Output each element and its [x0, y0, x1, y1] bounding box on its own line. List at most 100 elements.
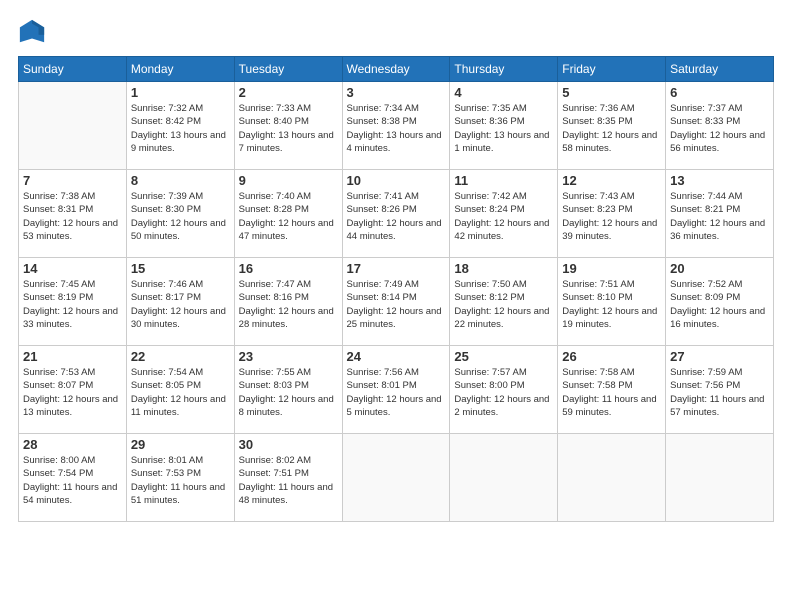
day-number: 21 [23, 349, 122, 364]
day-info: Sunrise: 8:00 AM Sunset: 7:54 PM Dayligh… [23, 454, 122, 507]
weekday-header-thursday: Thursday [450, 57, 558, 82]
day-info: Sunrise: 7:55 AM Sunset: 8:03 PM Dayligh… [239, 366, 338, 419]
day-number: 12 [562, 173, 661, 188]
day-number: 9 [239, 173, 338, 188]
day-info: Sunrise: 7:59 AM Sunset: 7:56 PM Dayligh… [670, 366, 769, 419]
day-cell: 12 Sunrise: 7:43 AM Sunset: 8:23 PM Dayli… [558, 170, 666, 258]
week-row-4: 21Sunrise: 7:53 AM Sunset: 8:07 PM Dayli… [19, 346, 774, 434]
day-cell: 28 Sunrise: 8:00 AM Sunset: 7:54 PM Dayli… [19, 434, 127, 522]
day-cell: 11 Sunrise: 7:42 AM Sunset: 8:24 PM Dayli… [450, 170, 558, 258]
day-info: Sunrise: 8:01 AM Sunset: 7:53 PM Dayligh… [131, 454, 230, 507]
day-info: Sunrise: 7:35 AM Sunset: 8:36 PM Dayligh… [454, 102, 553, 155]
day-info: Sunrise: 7:40 AM Sunset: 8:28 PM Dayligh… [239, 190, 338, 243]
day-number: 29 [131, 437, 230, 452]
day-cell: 18Sunrise: 7:50 AM Sunset: 8:12 PM Dayli… [450, 258, 558, 346]
day-cell [19, 82, 127, 170]
day-number: 13 [670, 173, 769, 188]
day-cell: 3 Sunrise: 7:34 AM Sunset: 8:38 PM Daylig… [342, 82, 450, 170]
day-info: Sunrise: 7:41 AM Sunset: 8:26 PM Dayligh… [347, 190, 446, 243]
day-cell: 10 Sunrise: 7:41 AM Sunset: 8:26 PM Dayli… [342, 170, 450, 258]
weekday-header-friday: Friday [558, 57, 666, 82]
day-info: Sunrise: 7:36 AM Sunset: 8:35 PM Dayligh… [562, 102, 661, 155]
day-number: 30 [239, 437, 338, 452]
day-number: 8 [131, 173, 230, 188]
week-row-3: 14 Sunrise: 7:45 AM Sunset: 8:19 PM Dayli… [19, 258, 774, 346]
day-cell: 4 Sunrise: 7:35 AM Sunset: 8:36 PM Daylig… [450, 82, 558, 170]
day-cell: 26 Sunrise: 7:58 AM Sunset: 7:58 PM Dayli… [558, 346, 666, 434]
day-cell: 8 Sunrise: 7:39 AM Sunset: 8:30 PM Daylig… [126, 170, 234, 258]
day-number: 19 [562, 261, 661, 276]
day-cell: 24Sunrise: 7:56 AM Sunset: 8:01 PM Dayli… [342, 346, 450, 434]
day-number: 4 [454, 85, 553, 100]
day-number: 22 [131, 349, 230, 364]
day-info: Sunrise: 7:43 AM Sunset: 8:23 PM Dayligh… [562, 190, 661, 243]
day-cell: 25Sunrise: 7:57 AM Sunset: 8:00 PM Dayli… [450, 346, 558, 434]
day-cell: 27 Sunrise: 7:59 AM Sunset: 7:56 PM Dayli… [666, 346, 774, 434]
day-info: Sunrise: 7:37 AM Sunset: 8:33 PM Dayligh… [670, 102, 769, 155]
day-number: 14 [23, 261, 122, 276]
day-info: Sunrise: 7:39 AM Sunset: 8:30 PM Dayligh… [131, 190, 230, 243]
day-cell: 19 Sunrise: 7:51 AM Sunset: 8:10 PM Dayli… [558, 258, 666, 346]
day-cell: 30 Sunrise: 8:02 AM Sunset: 7:51 PM Dayli… [234, 434, 342, 522]
day-number: 3 [347, 85, 446, 100]
day-info: Sunrise: 7:51 AM Sunset: 8:10 PM Dayligh… [562, 278, 661, 331]
day-cell: 13 Sunrise: 7:44 AM Sunset: 8:21 PM Dayli… [666, 170, 774, 258]
day-info: Sunrise: 7:46 AM Sunset: 8:17 PM Dayligh… [131, 278, 230, 331]
day-number: 2 [239, 85, 338, 100]
day-cell [450, 434, 558, 522]
day-cell: 22 Sunrise: 7:54 AM Sunset: 8:05 PM Dayli… [126, 346, 234, 434]
weekday-header-sunday: Sunday [19, 57, 127, 82]
day-cell: 5 Sunrise: 7:36 AM Sunset: 8:35 PM Daylig… [558, 82, 666, 170]
day-cell: 29 Sunrise: 8:01 AM Sunset: 7:53 PM Dayli… [126, 434, 234, 522]
day-cell: 17 Sunrise: 7:49 AM Sunset: 8:14 PM Dayli… [342, 258, 450, 346]
day-cell: 23 Sunrise: 7:55 AM Sunset: 8:03 PM Dayli… [234, 346, 342, 434]
day-number: 5 [562, 85, 661, 100]
day-number: 26 [562, 349, 661, 364]
day-cell: 20Sunrise: 7:52 AM Sunset: 8:09 PM Dayli… [666, 258, 774, 346]
day-info: Sunrise: 7:57 AM Sunset: 8:00 PM Dayligh… [454, 366, 553, 419]
day-number: 17 [347, 261, 446, 276]
week-row-2: 7 Sunrise: 7:38 AM Sunset: 8:31 PM Daylig… [19, 170, 774, 258]
day-info: Sunrise: 7:34 AM Sunset: 8:38 PM Dayligh… [347, 102, 446, 155]
day-number: 7 [23, 173, 122, 188]
day-cell: 9 Sunrise: 7:40 AM Sunset: 8:28 PM Daylig… [234, 170, 342, 258]
day-info: Sunrise: 7:38 AM Sunset: 8:31 PM Dayligh… [23, 190, 122, 243]
day-info: Sunrise: 7:50 AM Sunset: 8:12 PM Dayligh… [454, 278, 553, 331]
day-number: 27 [670, 349, 769, 364]
day-info: Sunrise: 7:52 AM Sunset: 8:09 PM Dayligh… [670, 278, 769, 331]
day-cell [558, 434, 666, 522]
day-info: Sunrise: 7:49 AM Sunset: 8:14 PM Dayligh… [347, 278, 446, 331]
day-cell [342, 434, 450, 522]
day-number: 6 [670, 85, 769, 100]
day-number: 11 [454, 173, 553, 188]
logo [18, 18, 50, 46]
day-cell: 1Sunrise: 7:32 AM Sunset: 8:42 PM Daylig… [126, 82, 234, 170]
week-row-5: 28 Sunrise: 8:00 AM Sunset: 7:54 PM Dayli… [19, 434, 774, 522]
day-cell: 14 Sunrise: 7:45 AM Sunset: 8:19 PM Dayli… [19, 258, 127, 346]
day-info: Sunrise: 7:54 AM Sunset: 8:05 PM Dayligh… [131, 366, 230, 419]
weekday-header-monday: Monday [126, 57, 234, 82]
day-info: Sunrise: 7:45 AM Sunset: 8:19 PM Dayligh… [23, 278, 122, 331]
weekday-header-tuesday: Tuesday [234, 57, 342, 82]
day-cell [666, 434, 774, 522]
day-cell: 6 Sunrise: 7:37 AM Sunset: 8:33 PM Daylig… [666, 82, 774, 170]
day-info: Sunrise: 7:33 AM Sunset: 8:40 PM Dayligh… [239, 102, 338, 155]
day-cell: 7 Sunrise: 7:38 AM Sunset: 8:31 PM Daylig… [19, 170, 127, 258]
day-info: Sunrise: 8:02 AM Sunset: 7:51 PM Dayligh… [239, 454, 338, 507]
weekday-header-saturday: Saturday [666, 57, 774, 82]
day-info: Sunrise: 7:47 AM Sunset: 8:16 PM Dayligh… [239, 278, 338, 331]
calendar: SundayMondayTuesdayWednesdayThursdayFrid… [18, 56, 774, 522]
week-row-1: 1Sunrise: 7:32 AM Sunset: 8:42 PM Daylig… [19, 82, 774, 170]
day-info: Sunrise: 7:44 AM Sunset: 8:21 PM Dayligh… [670, 190, 769, 243]
day-cell: 15 Sunrise: 7:46 AM Sunset: 8:17 PM Dayli… [126, 258, 234, 346]
day-number: 16 [239, 261, 338, 276]
day-number: 15 [131, 261, 230, 276]
day-info: Sunrise: 7:58 AM Sunset: 7:58 PM Dayligh… [562, 366, 661, 419]
weekday-header-wednesday: Wednesday [342, 57, 450, 82]
weekday-header-row: SundayMondayTuesdayWednesdayThursdayFrid… [19, 57, 774, 82]
day-number: 23 [239, 349, 338, 364]
day-number: 10 [347, 173, 446, 188]
day-number: 1 [131, 85, 230, 100]
day-info: Sunrise: 7:42 AM Sunset: 8:24 PM Dayligh… [454, 190, 553, 243]
day-number: 28 [23, 437, 122, 452]
